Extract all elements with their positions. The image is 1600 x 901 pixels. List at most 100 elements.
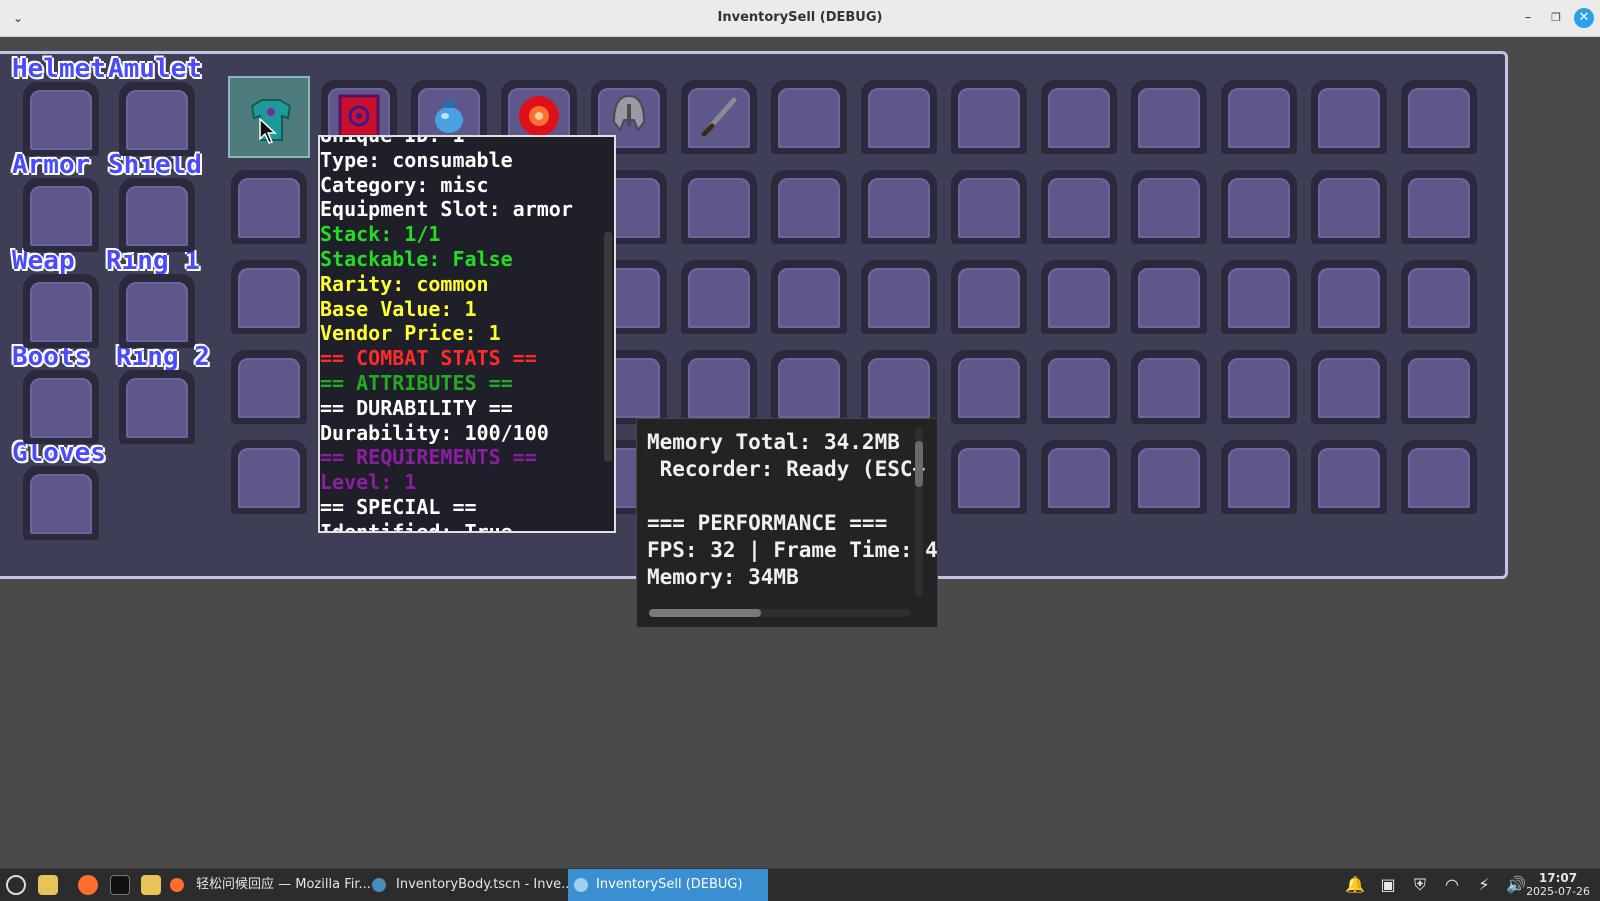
inventory-slot[interactable] [1398,346,1480,428]
inventory-slot[interactable] [1038,436,1120,518]
tooltip-line: Rarity: common [320,271,489,296]
inventory-slot[interactable] [1308,346,1390,428]
inventory-slot[interactable] [1128,346,1210,428]
start-menu-icon[interactable] [6,875,26,895]
inventory-slot[interactable] [1398,436,1480,518]
folder-icon[interactable] [141,875,161,895]
performance-overlay: Memory Total: 34.2MB Recorder: Ready (ES… [636,418,938,628]
armor-slot[interactable] [20,174,102,256]
taskbar: 轻松问候回应 — Mozilla Fir... InventoryBody.ts… [0,868,1600,901]
inventory-slot[interactable] [678,76,760,158]
inventory-slot[interactable] [228,346,310,428]
inventory-slot[interactable] [228,166,310,248]
inventory-slot[interactable] [228,436,310,518]
inventory-slot[interactable] [1308,436,1390,518]
inventory-slot[interactable] [1308,76,1390,158]
window-title: InventorySell (DEBUG) [717,10,883,25]
perf-vertical-scroll-thumb[interactable] [915,441,923,487]
tooltip-line: Durability: 100/100 [320,420,549,445]
shield-slot[interactable] [116,174,198,256]
gloves-slot[interactable] [20,462,102,544]
inventory-slot[interactable] [678,256,760,338]
taskbar-item-inventory-sell[interactable]: InventorySell (DEBUG) [596,869,743,901]
tooltip-line: Equipment Slot: armor [320,197,573,222]
inventory-slot[interactable] [1038,256,1120,338]
inventory-slot[interactable] [1128,76,1210,158]
inventory-slot[interactable] [768,346,850,428]
inventory-slot[interactable] [1308,166,1390,248]
tooltip-line: Stackable: False [320,246,513,271]
inventory-slot[interactable] [1398,256,1480,338]
godot-game-icon [574,878,588,892]
inventory-slot[interactable] [1398,166,1480,248]
minimize-button[interactable]: – [1518,8,1538,28]
godot-icon [372,878,386,892]
inventory-slot[interactable] [858,76,940,158]
clipboard-icon[interactable]: ▣ [1378,876,1398,894]
inventory-slot[interactable] [768,256,850,338]
tooltip-line: Level: 1 [320,470,417,495]
tooltip-line: Type: consumable [320,147,513,172]
tooltip-line: == SPECIAL == [320,494,477,519]
mouse-cursor-icon [259,117,277,144]
inventory-slot[interactable] [948,76,1030,158]
tooltip-line: Stack: 1/1 [320,222,441,247]
inventory-slot[interactable] [678,166,760,248]
dagger-icon [701,97,737,137]
inventory-slot[interactable] [1398,76,1480,158]
inventory-slot[interactable] [1038,76,1120,158]
inventory-slot[interactable] [1308,256,1390,338]
weapon-slot[interactable] [20,270,102,352]
amulet-slot[interactable] [116,78,198,160]
inventory-slot[interactable] [1038,166,1120,248]
close-button[interactable]: ✕ [1574,8,1594,28]
inventory-slot[interactable] [1128,166,1210,248]
inventory-slot[interactable] [858,256,940,338]
ring2-slot[interactable] [116,366,198,448]
inventory-slot[interactable] [228,256,310,338]
firefox-icon[interactable] [78,875,98,895]
perf-line [647,483,937,510]
tooltip-line: Unique ID: 1 [320,135,465,147]
inventory-slot[interactable] [1218,166,1300,248]
clock[interactable]: 17:07 2025-07-26 [1526,871,1590,899]
inventory-slot[interactable] [948,346,1030,428]
inventory-slot[interactable] [1218,346,1300,428]
perf-horizontal-scroll-thumb[interactable] [649,609,761,617]
perf-line: Memory: 34MB [647,565,799,589]
helmet-slot[interactable] [20,78,102,160]
tooltip-scrollbar[interactable] [604,232,612,462]
inventory-slot[interactable] [1128,256,1210,338]
tooltip-line: Base Value: 1 [320,296,477,321]
restore-button[interactable]: ❐ [1546,8,1566,28]
inventory-slot[interactable] [768,76,850,158]
terminal-icon[interactable] [110,875,130,895]
item-tooltip: Unique ID: 1 Type: consumable Category: mi… [318,135,616,533]
boots-slot[interactable] [20,366,102,448]
taskbar-item-firefox[interactable]: 轻松问候回应 — Mozilla Fir... [196,869,371,901]
ring1-slot[interactable] [116,270,198,352]
tooltip-line: Identified: True [320,519,513,533]
inventory-slot[interactable] [1038,346,1120,428]
inventory-slot[interactable] [1218,436,1300,518]
taskbar-item-godot-editor[interactable]: InventoryBody.tscn - Inve... [396,869,574,901]
inventory-slot[interactable] [948,166,1030,248]
inventory-slot[interactable] [768,166,850,248]
inventory-slot[interactable] [1218,256,1300,338]
inventory-slot[interactable] [858,346,940,428]
tooltip-line: Category: misc [320,172,489,197]
perf-line: === PERFORMANCE === [647,511,888,535]
wifi-icon[interactable]: ◠ [1442,876,1462,894]
tooltip-line: Vendor Price: 1 [320,321,501,346]
inventory-slot[interactable] [1128,436,1210,518]
inventory-slot[interactable] [858,166,940,248]
files-icon[interactable] [38,875,58,895]
volume-icon[interactable]: 🔊 [1506,876,1526,894]
inventory-slot[interactable] [948,436,1030,518]
inventory-slot[interactable] [678,346,760,428]
power-icon[interactable]: ⚡ [1474,876,1494,894]
inventory-slot[interactable] [948,256,1030,338]
shield-update-icon[interactable]: ⛨ [1410,876,1430,894]
inventory-slot[interactable] [1218,76,1300,158]
notification-bell-icon[interactable]: 🔔 [1345,876,1365,894]
